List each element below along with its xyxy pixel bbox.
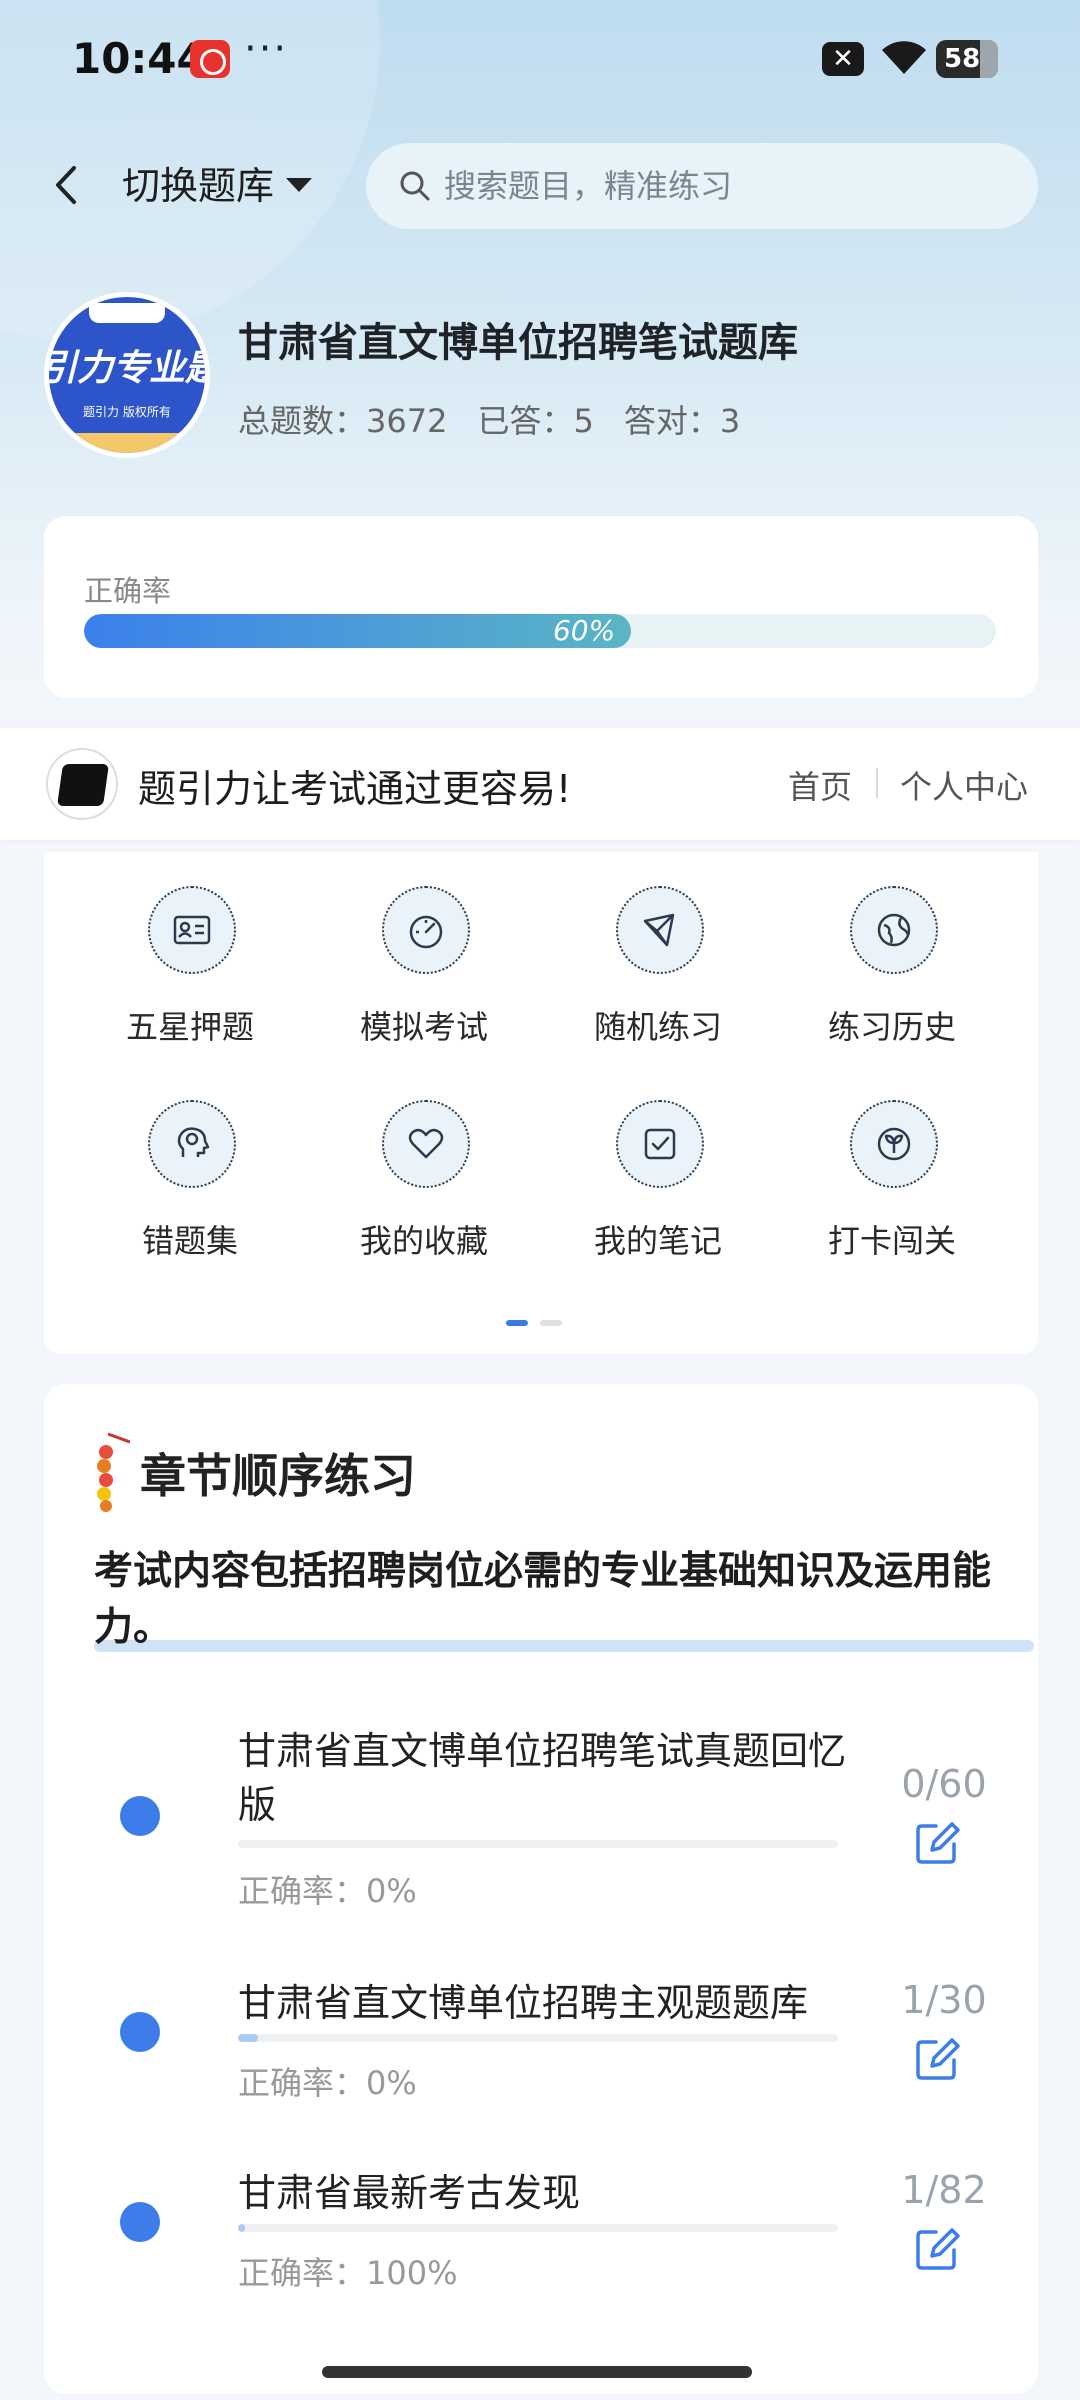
total-questions: 总题数：3672	[238, 402, 448, 440]
chapter-name: 甘肃省最新考古发现	[238, 2171, 581, 2215]
menu-label: 随机练习	[593, 1008, 722, 1046]
chapter-count: 1/30	[901, 1978, 987, 2022]
chapter-name: 甘肃省直文博单位招聘主观题题库	[238, 1981, 809, 2025]
chapter-count: 1/82	[901, 2168, 987, 2212]
menu-label: 我的收藏	[359, 1222, 488, 1260]
chapter-accuracy: 正确率：0%	[238, 2064, 417, 2102]
menu-item-favorites[interactable]: 我的收藏	[324, 1100, 524, 1270]
wifi-icon	[882, 41, 926, 74]
chapter-bullet-icon	[120, 1796, 160, 1836]
page-dot-active	[506, 1320, 528, 1326]
promo-banner: 题引力让考试通过更容易! 首页 个人中心	[0, 728, 1080, 840]
search-input[interactable]	[444, 167, 1004, 205]
caret-down-icon	[286, 177, 313, 192]
home-link[interactable]: 首页	[788, 762, 852, 808]
menu-item-practice-history[interactable]: 练习历史	[792, 886, 992, 1056]
chapter-accuracy: 正确率：0%	[238, 1872, 417, 1910]
menu-label: 错题集	[141, 1222, 238, 1260]
section-description: 考试内容包括招聘岗位必需的专业基础知识及运用能力。	[94, 1549, 992, 1650]
bank-logo-subtext: 题引力 版权所有	[83, 405, 171, 419]
chapter-progress-bar	[238, 1840, 838, 1848]
menu-label: 五星押题	[125, 1008, 254, 1046]
chapter-progress-fill	[238, 2224, 246, 2232]
accuracy-value: 60%	[552, 614, 616, 647]
bank-logo-text: 引力专业题	[44, 348, 210, 389]
chapter-practice-section: 章节顺序练习 考试内容包括招聘岗位必需的专业基础知识及运用能力。 甘肃省直文博单…	[44, 1384, 1038, 2394]
section-title: 章节顺序练习	[140, 1449, 416, 1503]
switch-bank-button[interactable]: 切换题库	[122, 155, 313, 210]
more-notifications-icon: ···	[244, 26, 289, 72]
note-check-icon	[616, 1100, 704, 1188]
speedometer-icon	[382, 886, 470, 974]
head-icon	[148, 1100, 236, 1188]
answered-count: 已答：5	[477, 402, 594, 440]
menu-item-wrong-questions[interactable]: 错题集	[90, 1100, 290, 1270]
bank-title: 甘肃省直文博单位招聘笔试题库	[238, 320, 798, 366]
firecracker-icon	[97, 1432, 130, 1512]
accuracy-progress-fill: 60%	[84, 614, 632, 648]
menu-label: 练习历史	[827, 1008, 956, 1046]
menu-item-notes[interactable]: 我的笔记	[558, 1100, 758, 1270]
accuracy-label: 正确率	[84, 574, 172, 608]
chapter-accuracy: 正确率：100%	[238, 2254, 458, 2292]
edit-icon[interactable]	[912, 2222, 964, 2274]
chapter-progress-bar	[238, 2034, 838, 2042]
edit-icon[interactable]	[912, 1816, 964, 1868]
heart-icon	[382, 1100, 470, 1188]
home-indicator[interactable]	[322, 2366, 752, 2378]
app-notification-icon	[190, 40, 230, 78]
personal-center-link[interactable]: 个人中心	[900, 762, 1028, 808]
page-dot	[540, 1320, 562, 1326]
edit-icon[interactable]	[912, 2032, 964, 2084]
menu-label: 打卡闯关	[827, 1222, 956, 1260]
shuffle-shape-icon	[616, 886, 704, 974]
chapter-progress-bar	[238, 2224, 838, 2232]
status-bar: 10:44 ··· ✕ 58	[0, 0, 1080, 120]
back-arrow-icon[interactable]	[40, 150, 100, 220]
chapter-progress-fill	[238, 2034, 258, 2042]
status-time: 10:44	[72, 34, 206, 83]
menu-label: 我的笔记	[593, 1222, 722, 1260]
accuracy-progress-bar: 60%	[84, 614, 996, 648]
chapter-bullet-icon	[120, 2202, 160, 2242]
battery-icon: 58	[936, 40, 998, 78]
menu-item-random-practice[interactable]: 随机练习	[558, 886, 758, 1056]
promo-slogan: 题引力让考试通过更容易!	[138, 767, 572, 811]
chapter-name: 甘肃省直文博单位招聘笔试真题回忆版	[238, 1729, 847, 1827]
no-sim-icon: ✕	[822, 42, 864, 76]
menu-item-mock-exam[interactable]: 模拟考试	[324, 886, 524, 1056]
id-card-icon	[148, 886, 236, 974]
accuracy-card: 正确率 60%	[44, 516, 1038, 698]
bank-logo: 引力专业题 题引力 版权所有	[44, 292, 210, 458]
page-indicator	[506, 1320, 562, 1326]
chapter-count: 0/60	[901, 1762, 987, 1806]
globe-icon	[850, 886, 938, 974]
feature-menu: 五星押题 模拟考试 随机练习 练习历史 错题集 我的收藏 我的笔记 打卡闯关	[44, 852, 1038, 1354]
menu-label: 模拟考试	[359, 1008, 488, 1046]
chapter-bullet-icon	[120, 2012, 160, 2052]
search-icon	[400, 171, 430, 201]
battery-level: 58	[944, 44, 981, 74]
search-bar[interactable]	[366, 143, 1038, 229]
switch-bank-label: 切换题库	[122, 164, 275, 208]
menu-item-five-star[interactable]: 五星押题	[90, 886, 290, 1056]
brand-logo	[46, 748, 118, 820]
menu-item-check-in[interactable]: 打卡闯关	[792, 1100, 992, 1270]
correct-count: 答对：3	[623, 402, 741, 440]
sprout-icon	[850, 1100, 938, 1188]
divider	[876, 768, 878, 798]
bank-stats: 总题数：3672 已答：5 答对：3	[238, 396, 740, 442]
